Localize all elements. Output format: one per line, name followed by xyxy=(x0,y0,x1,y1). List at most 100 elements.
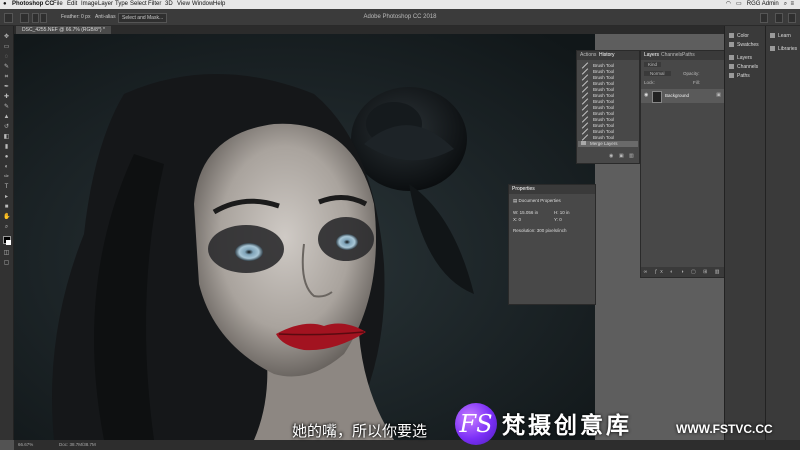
document-tab-bar: DSC_4255.NEF @ 66.7% (RGB/8*) * xyxy=(14,26,724,34)
menu-app[interactable]: Photoshop CC xyxy=(12,0,54,9)
dock-channels[interactable]: Channels xyxy=(729,63,758,72)
background-color-swatch[interactable] xyxy=(6,240,11,245)
select-and-mask-button[interactable]: Select and Mask... xyxy=(118,13,168,23)
menu-view[interactable]: View xyxy=(177,0,190,9)
dock-layers[interactable]: Layers xyxy=(729,54,752,63)
menubar-status: ◠ ▭ RGG Admin ⌕ ≡ xyxy=(726,0,794,9)
stamp-tool-icon[interactable]: ▲ xyxy=(3,114,10,120)
share-icon[interactable] xyxy=(788,13,796,23)
dock-swatches[interactable]: Swatches xyxy=(729,41,759,50)
workspace-icon[interactable] xyxy=(775,13,783,23)
layers-panel-tabs: Layers Channels Paths xyxy=(641,51,725,60)
lasso-tool-icon[interactable]: ◌ xyxy=(3,54,10,60)
camera-icon[interactable]: ▣ xyxy=(619,153,624,159)
layer-name[interactable]: Background xyxy=(665,93,689,98)
layer-filter-dropdown[interactable]: Kind xyxy=(644,62,662,67)
watermark-name: 梵摄创意库 xyxy=(502,413,632,439)
tab-layers[interactable]: Layers xyxy=(644,51,659,60)
paths-icon xyxy=(729,73,734,79)
anti-alias-checkbox[interactable]: Anti-alias xyxy=(92,13,119,21)
hand-tool-icon[interactable]: ✋ xyxy=(3,214,10,220)
new-selection-icon[interactable] xyxy=(32,13,39,23)
status-bar: 66.67% Doc: 38.7M/38.7M xyxy=(14,440,800,450)
home-icon[interactable] xyxy=(4,13,13,23)
document-size[interactable]: Doc: 38.7M/38.7M xyxy=(59,440,96,450)
dock-learn[interactable]: Learn xyxy=(770,32,791,41)
path-select-icon[interactable]: ▸ xyxy=(3,194,10,200)
lock-icon[interactable]: ▣ xyxy=(716,92,721,98)
history-panel: Actions History Brush Tool Brush Tool Br… xyxy=(576,50,640,164)
menu-list-icon[interactable]: ≡ xyxy=(790,1,794,7)
screen-mode-icon[interactable]: ▢ xyxy=(3,260,10,266)
blend-mode-dropdown[interactable]: Normal xyxy=(644,71,671,76)
menu-select[interactable]: Select xyxy=(130,0,147,9)
properties-panel-header: Properties xyxy=(509,185,595,194)
quick-mask-icon[interactable]: ◫ xyxy=(3,250,10,256)
libraries-icon xyxy=(770,46,775,52)
blur-tool-icon[interactable]: ● xyxy=(3,154,10,160)
marquee-tool-icon[interactable]: ▭ xyxy=(3,44,10,50)
trash-icon[interactable]: ▥ xyxy=(629,153,634,159)
zoom-tool-icon[interactable]: ⌕ xyxy=(3,224,10,230)
dodge-tool-icon[interactable]: ◐ xyxy=(3,164,10,170)
layers-footer-icons[interactable]: ∞ ƒx ◐ ◑ ▢ ⊞ ▥ xyxy=(641,267,725,277)
options-bar: Adobe Photoshop CC 2018 Feather: 0 px An… xyxy=(0,9,800,26)
menu-file[interactable]: File xyxy=(53,0,63,9)
history-brush-icon[interactable]: ↺ xyxy=(3,124,10,130)
lasso-preset-icon[interactable] xyxy=(20,13,29,23)
move-tool-icon[interactable]: ✥ xyxy=(3,34,10,40)
apple-icon[interactable]: ● xyxy=(3,0,7,9)
menu-layer[interactable]: Layer xyxy=(98,0,113,9)
dock-color[interactable]: Color xyxy=(729,32,749,41)
dock-paths[interactable]: Paths xyxy=(729,72,750,81)
menu-type[interactable]: Type xyxy=(115,0,128,9)
x-field[interactable]: X: 0 xyxy=(513,217,521,222)
search-icon[interactable]: ⌕ xyxy=(784,1,787,7)
layer-thumbnail xyxy=(652,91,662,103)
type-tool-icon[interactable]: T xyxy=(3,184,10,190)
healing-tool-icon[interactable]: ✚ xyxy=(3,94,10,100)
layers-panel: Layers Channels Paths Kind Normal Opacit… xyxy=(640,50,726,278)
tab-history[interactable]: History xyxy=(599,51,615,60)
crop-tool-icon[interactable]: ⌗ xyxy=(3,74,10,80)
tab-paths[interactable]: Paths xyxy=(682,51,695,60)
battery-icon[interactable]: ▭ xyxy=(736,1,742,7)
visibility-eye-icon[interactable]: ◉ xyxy=(644,92,648,98)
opacity-label: Opacity: xyxy=(683,71,700,76)
pen-tool-icon[interactable]: ✑ xyxy=(3,174,10,180)
quick-select-tool-icon[interactable]: ✎ xyxy=(3,64,10,70)
feather-field[interactable]: Feather: 0 px xyxy=(58,13,93,21)
shape-tool-icon[interactable]: ■ xyxy=(3,204,10,210)
height-field[interactable]: H: 10 in xyxy=(554,210,570,215)
menu-image[interactable]: Image xyxy=(81,0,98,9)
tab-channels[interactable]: Channels xyxy=(661,51,682,60)
search-icon[interactable] xyxy=(760,13,768,23)
layers-icon xyxy=(729,55,734,61)
user-name[interactable]: RGG Admin xyxy=(747,1,779,7)
menu-3d[interactable]: 3D xyxy=(165,0,173,9)
document-tab[interactable]: DSC_4255.NEF @ 66.7% (RGB/8*) * xyxy=(16,26,111,34)
layer-row-background[interactable]: ◉ Background ▣ xyxy=(641,89,725,103)
eraser-tool-icon[interactable]: ◧ xyxy=(3,134,10,140)
menu-edit[interactable]: Edit xyxy=(67,0,77,9)
properties-title[interactable]: Properties xyxy=(512,185,535,194)
snapshot-icon[interactable]: ◉ xyxy=(609,153,613,159)
menu-window[interactable]: Window xyxy=(192,0,213,9)
dock-libraries[interactable]: Libraries xyxy=(770,45,797,54)
tab-actions[interactable]: Actions xyxy=(580,51,596,60)
brush-tool-icon[interactable]: ✎ xyxy=(3,104,10,110)
zoom-level[interactable]: 66.67% xyxy=(18,440,33,450)
wifi-icon[interactable]: ◠ xyxy=(726,1,731,7)
menu-filter[interactable]: Filter xyxy=(148,0,161,9)
eyedropper-tool-icon[interactable]: ✒ xyxy=(3,84,10,90)
menu-help[interactable]: Help xyxy=(213,0,225,9)
y-field[interactable]: Y: 0 xyxy=(554,217,562,222)
properties-panel: Properties ▤ Document Properties W: 15.0… xyxy=(508,184,596,305)
panel-dock: Color Swatches Layers Channels Paths xyxy=(724,26,765,440)
history-item-selected[interactable]: Merge Layers xyxy=(578,141,638,147)
gradient-tool-icon[interactable]: ▮ xyxy=(3,144,10,150)
history-panel-tabs: Actions History xyxy=(577,51,639,60)
add-selection-icon[interactable] xyxy=(40,13,47,23)
tools-panel: ✥ ▭ ◌ ✎ ⌗ ✒ ✚ ✎ ▲ ↺ ◧ ▮ ● ◐ ✑ T ▸ ■ ✋ ⌕ … xyxy=(0,26,14,440)
width-field[interactable]: W: 15.056 in xyxy=(513,210,538,215)
